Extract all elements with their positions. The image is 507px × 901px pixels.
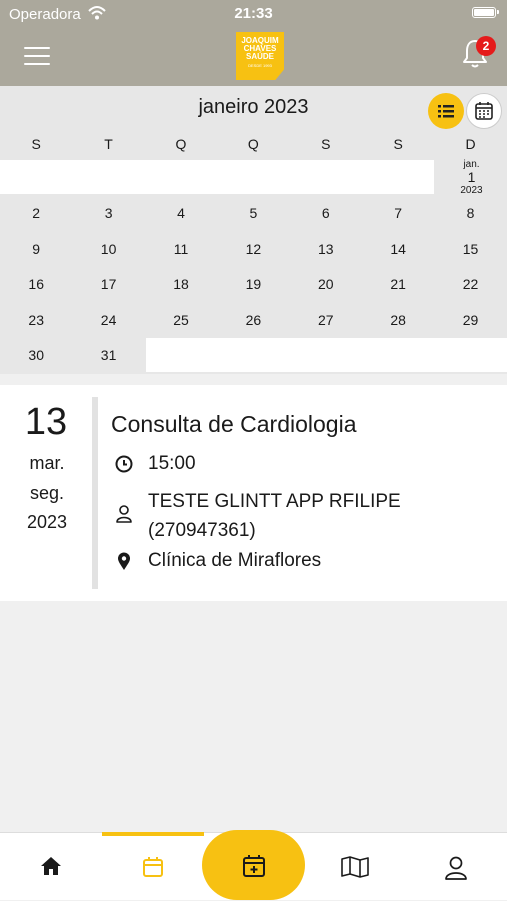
day-cell[interactable]: 22 [434,266,506,302]
day-cell[interactable]: 27 [290,302,362,338]
list-icon [438,105,454,118]
date-divider [92,397,98,589]
user-icon [444,856,467,880]
week-row: 16 17 18 19 20 21 22 [0,266,507,302]
day-cell[interactable]: 9 [0,231,72,267]
status-bar: Operadora 21:33 [0,0,507,28]
day-cell[interactable]: 12 [217,231,289,267]
clock-label: 21:33 [234,5,273,22]
day-cell[interactable]: 28 [362,302,434,338]
calendar: janeiro 2023 S T Q Q S S D jan. 1 2023 2… [0,86,507,374]
day-cell[interactable]: 4 [145,195,217,231]
day-cell[interactable]: 31 [72,337,144,373]
weekday-label: D [465,136,476,152]
list-view-button[interactable] [428,93,464,129]
add-appointment-button[interactable] [202,830,305,900]
app-header: JOAQUIM CHAVES SAÚDE DESDE 1993 [0,28,507,86]
menu-button[interactable] [24,44,52,68]
weekday-label: S [31,136,41,152]
day-cell[interactable]: 19 [217,266,289,302]
day-cell[interactable]: 26 [217,302,289,338]
appointment-location: Clínica de Miraflores [148,550,322,571]
appointment-weekday: seg. [29,483,65,503]
day-cell[interactable]: 14 [362,231,434,267]
week-row: 23 24 25 26 27 28 29 [0,302,507,338]
day-cell[interactable]: 24 [72,302,144,338]
day-cell[interactable]: 23 [0,302,72,338]
day-cell[interactable]: 2 [0,195,72,231]
appointment-month: mar. [29,453,65,473]
battery-icon [472,7,499,18]
weekday-label: S [321,136,331,152]
appointment-card[interactable]: 13 mar. seg. 2023 Consulta de Cardiologi… [0,385,507,601]
calendar-grid-icon [475,102,493,120]
tab-profile[interactable] [405,833,506,901]
day-cell[interactable]: 8 [434,195,506,231]
weekday-label: Q [175,136,187,152]
tab-map[interactable] [304,833,405,901]
day-cell[interactable]: 17 [72,266,144,302]
day-cell[interactable]: 3 [72,195,144,231]
day-cell[interactable]: 6 [290,195,362,231]
appointment-time: 15:00 [148,453,196,474]
map-icon [340,856,369,878]
tab-appointments[interactable] [102,833,203,901]
weekday-label: T [104,136,113,152]
empty-days [0,160,434,194]
day-cell[interactable]: 15 [434,231,506,267]
day-cell[interactable]: 20 [290,266,362,302]
day-cell[interactable]: 25 [145,302,217,338]
appointment-patient: TESTE GLINTT APP RFILIPE (270947361) [148,491,401,541]
day-cell[interactable]: 13 [290,231,362,267]
weekday-header: S T Q Q S S D [0,136,507,156]
calendar-view-button[interactable] [466,93,502,129]
brand-logo: JOAQUIM CHAVES SAÚDE DESDE 1993 [236,32,284,80]
weekday-label: Q [247,136,259,152]
appointment-title: Consulta de Cardiologia [111,411,357,437]
today-day-cell[interactable]: jan. 1 2023 [436,158,507,196]
day-cell[interactable]: 11 [145,231,217,267]
day-cell[interactable]: 21 [362,266,434,302]
appointment-year: 2023 [26,512,68,532]
day-cell[interactable]: 5 [217,195,289,231]
weekday-label: S [393,136,403,152]
hamburger-icon [24,47,50,49]
clock-icon [115,455,133,473]
tab-home[interactable] [0,833,101,901]
day-cell[interactable]: 10 [72,231,144,267]
week-row: 9 10 11 12 13 14 15 [0,231,507,267]
location-pin-icon [118,552,130,570]
calendar-add-icon [242,855,265,877]
calendar-icon [142,857,163,877]
day-cell[interactable]: 7 [362,195,434,231]
person-icon [116,505,132,523]
day-cell[interactable]: 18 [145,266,217,302]
day-cell[interactable]: 29 [434,302,506,338]
week-row: 30 31 [0,337,507,373]
notification-badge: 2 [476,36,496,56]
day-cell[interactable]: 16 [0,266,72,302]
week-row: 2 3 4 5 6 7 8 [0,195,507,231]
home-icon [40,857,61,875]
day-cell[interactable]: 30 [0,337,72,373]
active-tab-indicator [102,832,204,836]
appointment-day: 13 [24,401,68,443]
